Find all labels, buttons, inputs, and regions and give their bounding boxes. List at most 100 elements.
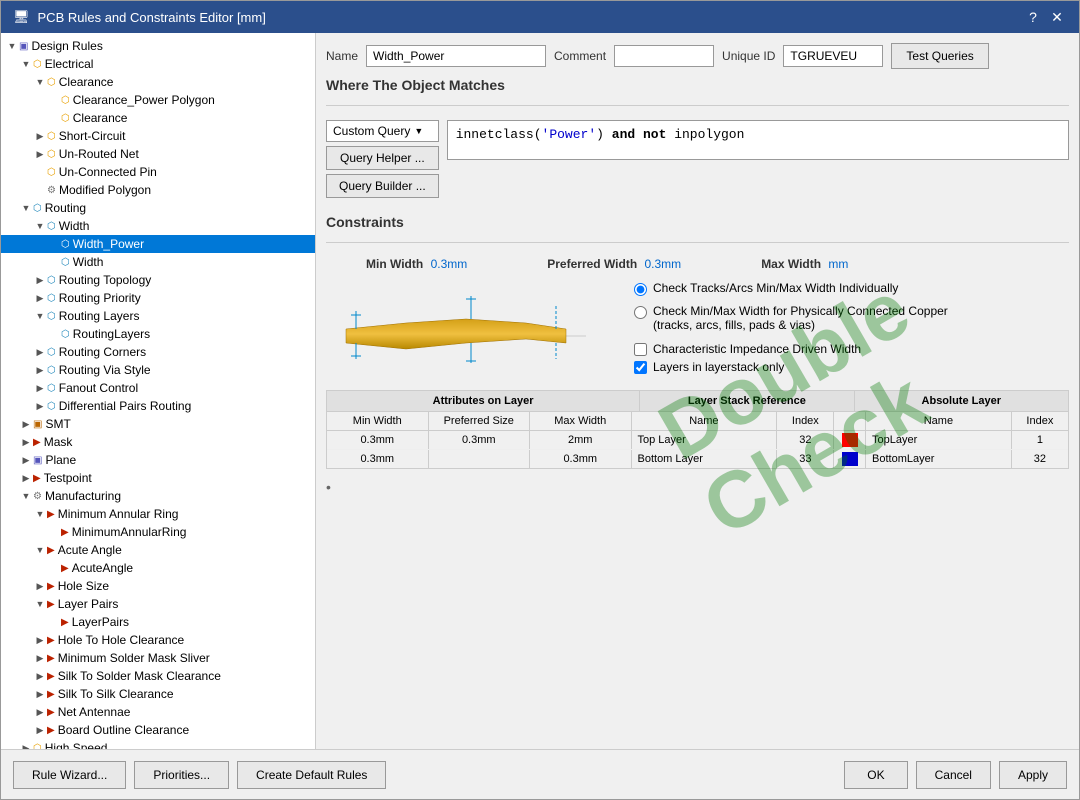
query-type-dropdown[interactable]: Custom Query ▼ [326,120,439,142]
tree-toggle-icon[interactable]: ▶ [33,725,47,736]
tree-item[interactable]: ▼⬡Clearance [1,73,315,91]
bottom-bar: Rule Wizard... Priorities... Create Defa… [1,749,1079,799]
tree-item[interactable]: ⬡Clearance_Power Polygon [1,91,315,109]
tree-item[interactable]: ▼⬡Electrical [1,55,315,73]
tree-toggle-icon[interactable]: ▶ [33,671,47,682]
tree-toggle-icon[interactable]: ▶ [19,455,33,466]
test-queries-button[interactable]: Test Queries [891,43,988,69]
tree-toggle-icon[interactable]: ▶ [33,635,47,646]
tree-item[interactable]: ▼▣Design Rules [1,37,315,55]
tree-item[interactable]: ▶▶Board Outline Clearance [1,721,315,739]
checkbox-impedance-input[interactable] [634,343,647,356]
tree-item[interactable]: ⚙Modified Polygon [1,181,315,199]
tree-item[interactable]: ▶⬡High Speed [1,739,315,749]
tree-toggle-icon[interactable]: ▶ [33,131,47,142]
ok-button[interactable]: OK [844,761,907,789]
tree-item[interactable]: ⬡Width_Power [1,235,315,253]
radio-connected[interactable] [634,306,647,319]
tree-item[interactable]: ▶▶Mask [1,433,315,451]
query-helper-button[interactable]: Query Helper ... [326,146,439,170]
cancel-button[interactable]: Cancel [916,761,991,789]
tree-toggle-icon[interactable]: ▼ [33,77,47,87]
help-button[interactable]: ? [1023,7,1043,27]
tree-toggle-icon[interactable]: ▶ [33,401,47,412]
th-min-width: Min Width [327,412,429,430]
tree-item[interactable]: ⬡Un-Connected Pin [1,163,315,181]
checkbox-layerstack-input[interactable] [634,361,647,374]
tree-toggle-icon[interactable]: ▶ [33,581,47,592]
max-width-value: mm [828,257,848,271]
tree-item[interactable]: ▶⬡Routing Topology [1,271,315,289]
tree-toggle-icon[interactable]: ▶ [33,707,47,718]
tree-toggle-icon[interactable]: ▼ [33,509,47,519]
tree-node-icon: ▣ [19,41,28,52]
query-area[interactable]: innetclass('Power') and not inpolygon [447,120,1069,160]
tree-toggle-icon[interactable]: ▶ [19,473,33,484]
tree-item[interactable]: ▼⬡Width [1,217,315,235]
create-default-rules-button[interactable]: Create Default Rules [237,761,386,789]
tree-item[interactable]: ▶⬡Routing Via Style [1,361,315,379]
tree-item[interactable]: ⬡Clearance [1,109,315,127]
tree-toggle-icon[interactable]: ▶ [33,365,47,376]
tree-item[interactable]: ▶▶Minimum Solder Mask Sliver [1,649,315,667]
radio-individual[interactable] [634,283,647,296]
tree-item[interactable]: ▶MinimumAnnularRing [1,523,315,541]
tree-toggle-icon[interactable]: ▶ [19,437,33,448]
tree-item[interactable]: ▶▶Testpoint [1,469,315,487]
tree-toggle-icon[interactable]: ▼ [5,41,19,51]
query-builder-button[interactable]: Query Builder ... [326,174,439,198]
tree-toggle-icon[interactable]: ▶ [33,275,47,286]
close-button[interactable]: ✕ [1047,7,1067,27]
tree-item[interactable]: ▶▣Plane [1,451,315,469]
radio-connected-label: Check Min/Max Width for Physically Conne… [653,304,948,332]
tree-item[interactable]: ▼⬡Routing Layers [1,307,315,325]
tree-toggle-icon[interactable]: ▼ [19,59,33,69]
apply-button[interactable]: Apply [999,761,1067,789]
tree-item[interactable]: ▶▣SMT [1,415,315,433]
tree-toggle-icon[interactable]: ▼ [33,311,47,321]
tree-item[interactable]: ▶LayerPairs [1,613,315,631]
tree-item[interactable]: ▼⬡Routing [1,199,315,217]
tree-toggle-icon[interactable]: ▶ [33,149,47,160]
tree-item[interactable]: ▼⚙Manufacturing [1,487,315,505]
tree-item[interactable]: ⬡Width [1,253,315,271]
tree-toggle-icon[interactable]: ▶ [33,293,47,304]
tree-item[interactable]: ▶▶Silk To Silk Clearance [1,685,315,703]
tree-item[interactable]: ▶⬡Short-Circuit [1,127,315,145]
tree-item-label: Clearance [73,111,128,125]
tree-item[interactable]: ▶▶Silk To Solder Mask Clearance [1,667,315,685]
tree-toggle-icon[interactable]: ▼ [33,221,47,231]
tree-item[interactable]: ▼▶Minimum Annular Ring [1,505,315,523]
tree-toggle-icon[interactable]: ▼ [33,545,47,555]
tree-item[interactable]: ▶⬡Fanout Control [1,379,315,397]
tree-toggle-icon[interactable]: ▼ [19,203,33,213]
tree-item[interactable]: ▶AcuteAngle [1,559,315,577]
window-title: PCB Rules and Constraints Editor [mm] [38,10,266,25]
tree-item-label: Routing Priority [59,291,141,305]
tree-item[interactable]: ▶▶Net Antennae [1,703,315,721]
tree-item[interactable]: ▶⬡Routing Corners [1,343,315,361]
tree-item[interactable]: ▶⬡Differential Pairs Routing [1,397,315,415]
tree-item[interactable]: ▶⬡Un-Routed Net [1,145,315,163]
rule-wizard-button[interactable]: Rule Wizard... [13,761,126,789]
add-row-indicator[interactable]: • [326,479,1069,495]
tree-item-label: Routing Topology [59,273,152,287]
unique-id-input[interactable] [783,45,883,67]
tree-item[interactable]: ▼▶Acute Angle [1,541,315,559]
name-input[interactable] [366,45,546,67]
tree-item[interactable]: ▶▶Hole To Hole Clearance [1,631,315,649]
tree-item[interactable]: ▶▶Hole Size [1,577,315,595]
tree-toggle-icon[interactable]: ▶ [33,689,47,700]
tree-item[interactable]: ⬡RoutingLayers [1,325,315,343]
priorities-button[interactable]: Priorities... [134,761,229,789]
tree-item[interactable]: ▶⬡Routing Priority [1,289,315,307]
tree-item[interactable]: ▼▶Layer Pairs [1,595,315,613]
tree-toggle-icon[interactable]: ▶ [33,347,47,358]
titlebar: 🖥 PCB Rules and Constraints Editor [mm] … [1,1,1079,33]
tree-toggle-icon[interactable]: ▶ [33,383,47,394]
tree-toggle-icon[interactable]: ▼ [33,599,47,609]
tree-toggle-icon[interactable]: ▼ [19,491,33,501]
comment-input[interactable] [614,45,714,67]
tree-toggle-icon[interactable]: ▶ [19,419,33,430]
tree-toggle-icon[interactable]: ▶ [33,653,47,664]
